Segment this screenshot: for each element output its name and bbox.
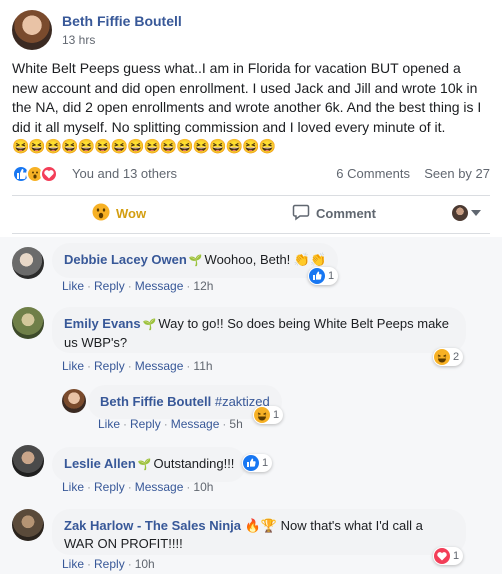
seen-by-count[interactable]: Seen by 27 (424, 166, 490, 181)
chevron-down-icon (471, 210, 481, 216)
comment-timestamp[interactable]: 10h (135, 557, 155, 571)
comment-reaction-badge[interactable]: 1 (242, 454, 273, 472)
comment-bubble: Leslie Allen 🌱 Outstanding!!! (52, 447, 247, 482)
post-actions: Wow Comment (12, 196, 490, 230)
reaction-count: 1 (453, 550, 460, 562)
comment-bubble: Zak Harlow - The Sales Ninja 🔥🏆 Now that… (52, 509, 466, 555)
comment-actions: Like · Reply · Message · 11h (62, 359, 213, 373)
love-icon (434, 548, 450, 564)
comment-text: Woohoo, Beth! (204, 252, 291, 267)
wow-label: Wow (116, 205, 147, 221)
like-link[interactable]: Like (62, 359, 84, 373)
like-link[interactable]: Like (62, 557, 84, 571)
comment-reaction-badge[interactable]: 1 (433, 547, 464, 565)
like-link[interactable]: Like (62, 279, 84, 293)
reactions-text[interactable]: You and 13 others (72, 166, 177, 181)
avatar[interactable] (12, 307, 44, 339)
post-body: White Belt Peeps guess what..I am in Flo… (12, 59, 490, 157)
comment-button[interactable]: Comment (292, 196, 376, 230)
reaction-count: 1 (262, 457, 269, 469)
reply-link[interactable]: Reply (130, 417, 161, 431)
sprout-icon: 🌱 (188, 255, 203, 267)
fire-trophy-emoji: 🔥🏆 (244, 518, 277, 533)
haha-icon (434, 349, 450, 365)
reactions-summary: You and 13 others 6 Comments Seen by 27 (12, 163, 490, 185)
comment-author[interactable]: Leslie Allen (64, 456, 136, 471)
reaction-count: 1 (328, 270, 335, 282)
comment-icon (292, 203, 310, 224)
comment-timestamp[interactable]: 11h (193, 359, 212, 373)
reply-link[interactable]: Reply (94, 279, 125, 293)
comment-as-selector[interactable] (452, 205, 482, 221)
comment-bubble: Debbie Lacey Owen 🌱 Woohoo, Beth! 👏👏 (52, 243, 339, 278)
avatar[interactable] (62, 389, 86, 413)
comment-author[interactable]: Emily Evans (64, 316, 141, 331)
like-link[interactable]: Like (98, 417, 120, 431)
comment-actions: Like · Reply · 10h (62, 557, 155, 571)
avatar[interactable] (12, 445, 44, 477)
comments-section: Debbie Lacey Owen 🌱 Woohoo, Beth! 👏👏 1 Lik… (0, 237, 502, 574)
like-icon (309, 268, 325, 284)
reply-author[interactable]: Beth Fiffie Boutell (100, 394, 211, 409)
comment-author[interactable]: Zak Harlow - The Sales Ninja (64, 518, 241, 533)
viewer-avatar (452, 205, 468, 221)
comment-reaction-badge[interactable]: 1 (308, 267, 339, 285)
laughing-emoji-row: 😆😆😆😆😆😆😆😆😆😆😆😆😆😆😆😆 (12, 138, 276, 154)
message-link[interactable]: Message (135, 359, 184, 373)
haha-icon (254, 407, 270, 423)
like-icon (243, 455, 259, 471)
like-link[interactable]: Like (62, 480, 84, 494)
post-text: White Belt Peeps guess what..I am in Flo… (12, 60, 482, 135)
post-author-avatar[interactable] (12, 10, 52, 50)
divider (12, 233, 490, 234)
sprout-icon: 🌱 (137, 459, 152, 471)
avatar[interactable] (12, 509, 44, 541)
message-link[interactable]: Message (135, 480, 184, 494)
reaction-count: 1 (273, 409, 280, 421)
comment-actions: Like · Reply · Message · 12h (62, 279, 214, 293)
reaction-icons[interactable] (12, 165, 66, 183)
reaction-count: 2 (453, 351, 460, 363)
love-icon (40, 165, 58, 183)
wow-icon (92, 203, 110, 224)
reply-link[interactable]: Reply (94, 557, 125, 571)
post-author-name[interactable]: Beth Fiffie Boutell (62, 13, 182, 29)
comment-text: Outstanding!!! (153, 456, 235, 471)
comment-bubble: Emily Evans 🌱 Way to go!! So does being Wh… (52, 307, 466, 353)
comment-timestamp[interactable]: 10h (193, 480, 213, 494)
wow-button[interactable]: Wow (92, 196, 146, 230)
clapping-hands-emoji: 👏👏 (293, 252, 327, 267)
comment-actions: Like · Reply · Message · 10h (62, 480, 214, 494)
comments-count[interactable]: 6 Comments (336, 166, 410, 181)
comment-reaction-badge[interactable]: 1 (253, 406, 284, 424)
sprout-icon: 🌱 (142, 319, 157, 331)
comment-author[interactable]: Debbie Lacey Owen (64, 252, 187, 267)
comment-actions: Like · Reply · Message · 5h (98, 417, 243, 431)
comment-timestamp[interactable]: 5h (229, 417, 242, 431)
comment-timestamp[interactable]: 12h (193, 279, 213, 293)
message-link[interactable]: Message (135, 279, 184, 293)
message-link[interactable]: Message (171, 417, 220, 431)
avatar[interactable] (12, 247, 44, 279)
comment-label: Comment (316, 205, 376, 221)
reply-link[interactable]: Reply (94, 359, 125, 373)
comment-reaction-badge[interactable]: 2 (433, 348, 464, 366)
post-timestamp[interactable]: 13 hrs (62, 33, 95, 47)
reply-link[interactable]: Reply (94, 480, 125, 494)
